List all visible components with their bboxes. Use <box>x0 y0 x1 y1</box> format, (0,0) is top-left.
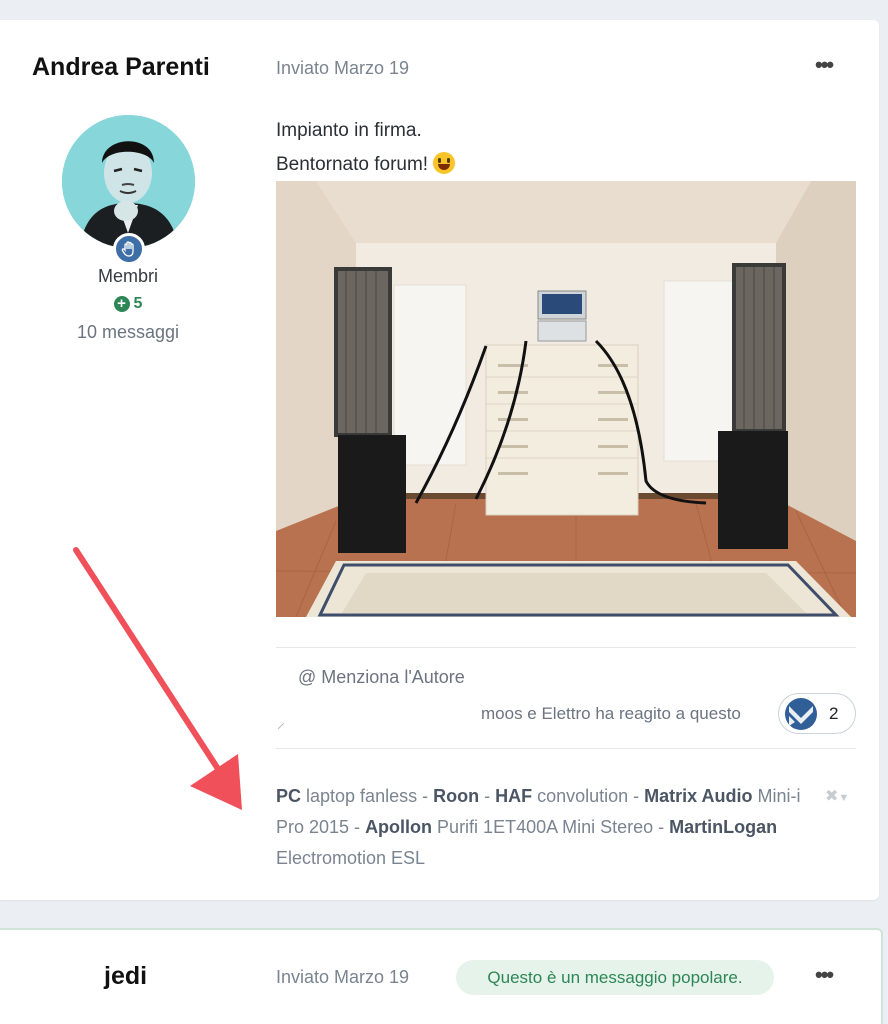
message-count[interactable]: 10 messaggi <box>40 322 216 343</box>
author-name[interactable]: Andrea Parenti <box>32 53 210 82</box>
author-name[interactable]: jedi <box>104 962 147 991</box>
signature-text: - <box>479 786 496 806</box>
reaction-button[interactable]: 2 <box>778 693 856 734</box>
divider <box>276 647 856 648</box>
popular-badge: Questo è un messaggio popolare. <box>456 960 774 995</box>
chevron-down-icon[interactable]: ▼ <box>838 792 849 804</box>
reputation-count: 5 <box>133 295 143 312</box>
signature-text: convolution - <box>532 786 645 806</box>
post-text-line-2-text: Bentornato forum! <box>276 154 429 175</box>
signature-strong: Matrix Audio <box>644 786 753 806</box>
avatar[interactable] <box>62 115 195 248</box>
signature-text: laptop fanless - <box>301 786 434 806</box>
plus-circle-icon: + <box>113 296 130 312</box>
dot-mark <box>277 716 285 730</box>
signature-strong: HAF <box>495 786 533 806</box>
reaction-icon <box>785 697 817 730</box>
reactions-summary[interactable]: moos e Elettro ha reagito a questo <box>481 704 741 724</box>
signature: PC laptop fanless - Roon - HAF convoluti… <box>276 781 821 874</box>
smiley-emoji-icon <box>433 152 456 174</box>
post-text-line-2: Bentornato forum! <box>276 152 456 176</box>
ellipsis-icon[interactable]: ••• <box>815 962 834 988</box>
signature-text: Electromotion ESL <box>276 848 426 868</box>
member-hand-icon <box>113 233 145 265</box>
divider <box>276 748 856 749</box>
close-icon[interactable]: ✖ <box>825 788 838 805</box>
reputation: + 5 <box>60 295 196 313</box>
mention-author-link[interactable]: @ Menziona l'Autore <box>298 667 465 688</box>
signature-text: Purifi 1ET400A Mini Stereo - <box>432 817 670 837</box>
annotation-arrow-icon <box>73 547 242 810</box>
member-group: Membri <box>97 266 158 286</box>
signature-strong: MartinLogan <box>669 817 778 837</box>
signature-strong: Apollon <box>365 817 433 837</box>
post-date[interactable]: Inviato Marzo 19 <box>276 58 409 79</box>
post-date[interactable]: Inviato Marzo 19 <box>276 967 409 988</box>
ellipsis-icon[interactable]: ••• <box>815 52 834 78</box>
signature-options[interactable]: ✖▼ <box>825 786 849 806</box>
reaction-count: 2 <box>829 703 839 723</box>
post-image[interactable] <box>276 181 856 617</box>
post-text-line-1: Impianto in firma. <box>276 120 422 141</box>
signature-strong: Roon <box>433 786 480 806</box>
signature-strong: PC <box>276 786 302 806</box>
